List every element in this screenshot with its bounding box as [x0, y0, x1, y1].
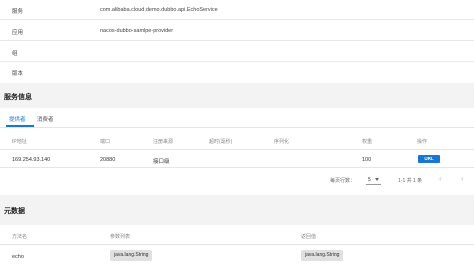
- basic-row-key: 服务: [12, 9, 24, 15]
- pagination: 每页行数： 5 1-1 共 1 条 ‹ ›: [0, 168, 474, 190]
- basic-row-service: 服务 com.alibaba.cloud.demo.dubbo.api.Echo…: [0, 0, 474, 20]
- providers-table-header: IP地址 端口 注册来源 超时(毫秒) 序列化 权重 操作: [0, 132, 474, 150]
- basic-row-version: 版本: [0, 62, 474, 82]
- basic-row-value: nacos-dubbo-samlpe-provider: [100, 28, 174, 34]
- column-header: IP地址: [12, 139, 27, 145]
- column-header: 序列化: [274, 139, 290, 145]
- column-header: 方法名: [12, 234, 28, 240]
- basic-row-application: 应用 nacos-dubbo-samlpe-provider: [0, 21, 474, 41]
- provider-weight: 100: [362, 157, 372, 163]
- basic-info-card: 服务 com.alibaba.cloud.demo.dubbo.api.Echo…: [0, 0, 474, 83]
- url-button[interactable]: URL: [418, 155, 440, 163]
- column-header: 返回值: [301, 234, 317, 240]
- column-header: 超时(毫秒): [209, 139, 233, 145]
- metadata-title: 元数据: [4, 208, 25, 215]
- method-name: echo: [12, 254, 24, 260]
- provider-port: 20880: [100, 157, 116, 163]
- basic-row-group: 组: [0, 42, 474, 62]
- metadata-table-header: 方法名 参数列表 返回值: [0, 225, 474, 245]
- return-type-chip: java.lang.String: [301, 250, 344, 261]
- rows-per-page-select[interactable]: 5: [366, 174, 381, 185]
- pagination-range: 1-1 共 1 条: [398, 178, 423, 184]
- provider-source: 接口级: [153, 159, 170, 165]
- metadata-card: 方法名 参数列表 返回值 echo java.lang.String java.…: [0, 225, 474, 268]
- tab-consumers[interactable]: 消费者: [37, 115, 54, 123]
- column-header: 参数列表: [110, 234, 131, 240]
- chevron-left-icon[interactable]: ‹: [439, 175, 442, 183]
- basic-row-value: com.alibaba.cloud.demo.dubbo.api.EchoSer…: [100, 7, 218, 13]
- provider-ip: 169.254.93.140: [12, 157, 51, 163]
- rows-per-page-label: 每页行数：: [330, 178, 356, 184]
- tabs-divider: [0, 127, 474, 128]
- table-row: echo java.lang.String java.lang.String: [0, 246, 474, 268]
- column-header: 操作: [417, 139, 428, 145]
- rows-per-page-value: 5: [368, 177, 371, 183]
- basic-row-key: 应用: [12, 30, 24, 36]
- basic-row-key: 组: [12, 51, 18, 57]
- caret-down-icon: [375, 178, 379, 181]
- tab-providers[interactable]: 提供者: [9, 115, 26, 123]
- chevron-right-icon[interactable]: ›: [461, 175, 464, 183]
- service-info-card: 提供者 消费者 IP地址 端口 注册来源 超时(毫秒) 序列化 权重 操作 16…: [0, 108, 474, 195]
- column-header: 注册来源: [153, 139, 174, 145]
- column-header: 端口: [100, 139, 111, 145]
- param-type-chip: java.lang.String: [110, 250, 153, 261]
- service-info-title: 服务信息: [4, 94, 32, 101]
- column-header: 权重: [362, 139, 373, 145]
- basic-row-key: 版本: [12, 71, 24, 77]
- table-row: 169.254.93.140 20880 接口级 100 URL: [0, 151, 474, 168]
